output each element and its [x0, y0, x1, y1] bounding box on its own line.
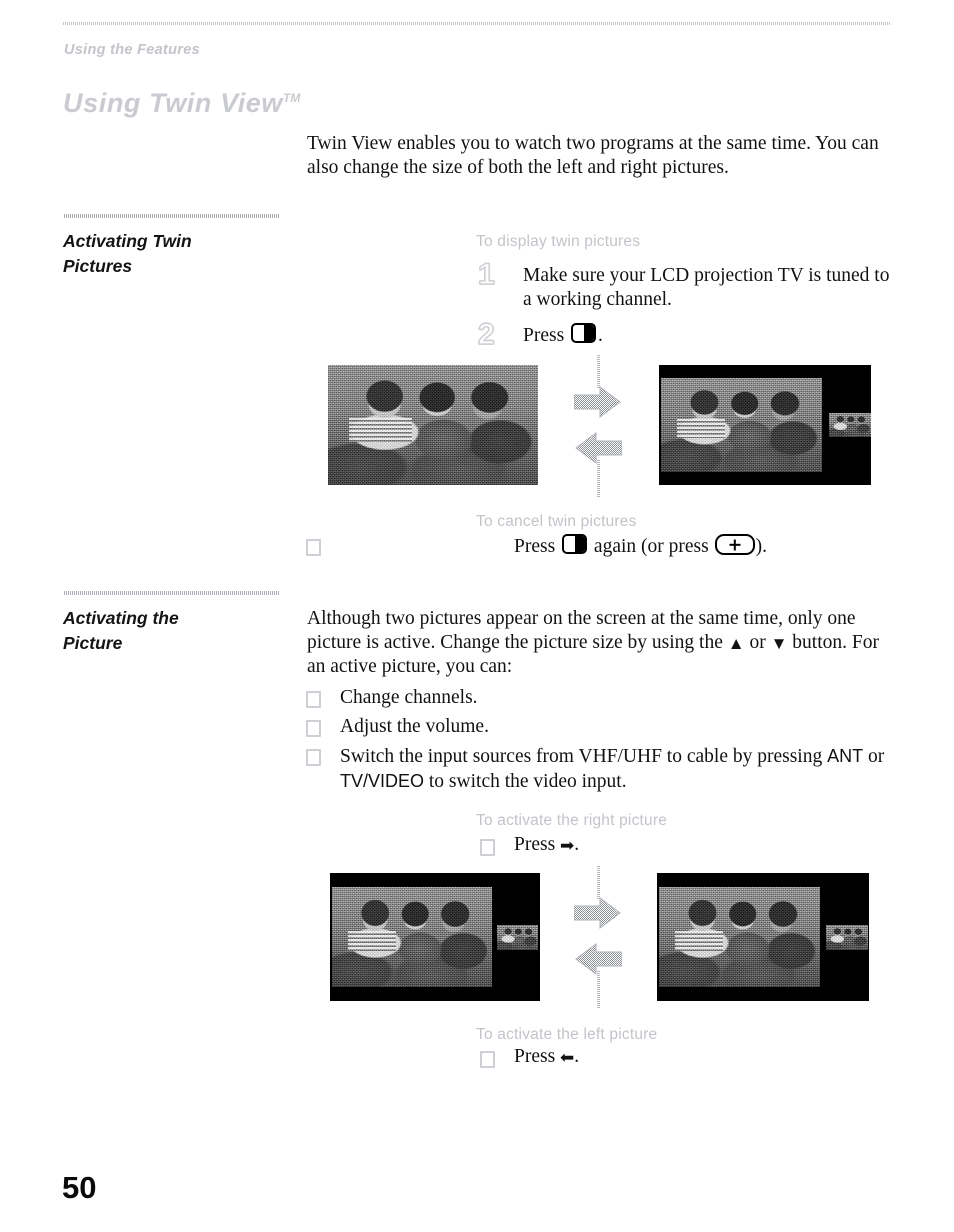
section-2-label-line-2: Picture [63, 633, 123, 653]
figure1-right-main-photo [661, 378, 822, 472]
bullet-icon-activate-left [480, 1051, 495, 1068]
document-page: Using the Features Using Twin ViewTM Twi… [0, 0, 954, 1232]
arrow-left-key-icon: ⬅ [560, 1048, 575, 1067]
cancel-text-after: ). [755, 536, 767, 557]
ant-button-label: ANT [827, 746, 864, 766]
figure2-right-sub-photo [826, 925, 868, 950]
bullet-icon-activate-right [480, 839, 495, 856]
section-label-line-1: Activating Twin [63, 231, 192, 251]
page-title-text: Using Twin View [63, 88, 284, 118]
running-header: Using the Features [64, 42, 200, 58]
activate-right-after: . [574, 834, 580, 855]
subhead-to-cancel-twin-pictures: To cancel twin pictures [476, 513, 637, 530]
step-text-2: Press . [523, 323, 895, 348]
switch-part-3: to switch the video input. [428, 771, 627, 792]
trademark-symbol: TM [283, 91, 301, 105]
cancel-instruction: Press again (or press ). [514, 534, 894, 559]
bullet-icon-switch-input [306, 749, 321, 766]
section-label-line-2: Pictures [63, 256, 133, 276]
arrow-right-key-icon: ➡ [560, 836, 575, 855]
cancel-text-middle: again (or press [593, 536, 709, 557]
arrow-down-icon: ▼ [770, 634, 788, 653]
figure2-right-tv-frame [657, 873, 869, 1001]
tv-video-button-label: TV/VIDEO [340, 771, 425, 791]
section-label-activating-twin-pictures: Activating Twin Pictures [63, 229, 298, 279]
page-top-rule [63, 22, 891, 25]
section-2-para-line2a: picture is active. Change the picture si… [307, 632, 723, 653]
activate-left-before: Press [514, 1046, 556, 1067]
switch-part-2: or [867, 746, 885, 767]
bullet-change-channels: Change channels. [340, 687, 478, 708]
page-title: Using Twin ViewTM [63, 88, 300, 119]
activate-left-instruction: Press ⬅. [514, 1045, 814, 1069]
step-number-1: 1 [477, 258, 495, 291]
subhead-to-activate-left-picture: To activate the left picture [476, 1026, 658, 1043]
step-2-period: . [598, 325, 603, 346]
arrow-right-icon-2 [574, 896, 622, 930]
section-2-para-line1: Although two pictures appear on the scre… [307, 608, 856, 629]
section-label-activating-the-picture: Activating the Picture [63, 606, 298, 656]
bullet-icon-adjust-volume [306, 720, 321, 737]
section-2-para-or: or [749, 632, 766, 653]
section-rule-2 [64, 591, 279, 595]
figure1-left-photo [328, 365, 538, 485]
section-2-paragraph: Although two pictures appear on the scre… [307, 607, 897, 679]
figure2-left-tv-frame [330, 873, 540, 1001]
figure2-left-main-photo [332, 887, 492, 987]
step-text-1: Make sure your LCD projection TV is tune… [523, 265, 890, 310]
step-number-2: 2 [477, 318, 495, 351]
bullet-icon-change-channels [306, 691, 321, 708]
figure1-left-tv-frame [328, 365, 538, 485]
section-2-label-line-1: Activating the [63, 608, 179, 628]
figure1-flow-arrows [556, 355, 666, 497]
subhead-to-activate-right-picture: To activate the right picture [476, 812, 668, 829]
cancel-text-before: Press [514, 536, 556, 557]
page-number: 50 [62, 1170, 97, 1205]
arrow-up-icon: ▲ [727, 634, 745, 653]
activate-right-before: Press [514, 834, 556, 855]
section-rule-1 [64, 214, 279, 218]
section-2-para-line3: active picture, you can: [330, 656, 513, 677]
subhead-to-display-twin-pictures: To display twin pictures [476, 233, 641, 250]
intro-paragraph: Twin View enables you to watch two progr… [307, 133, 879, 178]
activate-left-after: . [574, 1046, 580, 1067]
figure2-right-main-photo [659, 887, 820, 987]
figure2-left-sub-photo [497, 925, 538, 950]
figure2-flow-arrows [556, 866, 666, 1008]
switch-part-1: Switch the input sources from VHF/UHF to… [340, 746, 823, 767]
bullet-adjust-volume: Adjust the volume. [340, 716, 489, 737]
twin-view-button-icon-cancel[interactable] [562, 534, 588, 554]
step-2-label: Press [523, 325, 565, 346]
twin-view-button-icon[interactable] [571, 323, 597, 343]
activate-right-instruction: Press ➡. [514, 833, 814, 857]
plus-button-icon[interactable] [714, 534, 755, 555]
bullet-icon-cancel [306, 539, 321, 556]
figure1-right-sub-photo [829, 413, 871, 437]
figure1-right-tv-frame [659, 365, 871, 485]
bullet-switch-input: Switch the input sources from VHF/UHF to… [340, 744, 888, 794]
arrow-right-icon [574, 385, 622, 419]
